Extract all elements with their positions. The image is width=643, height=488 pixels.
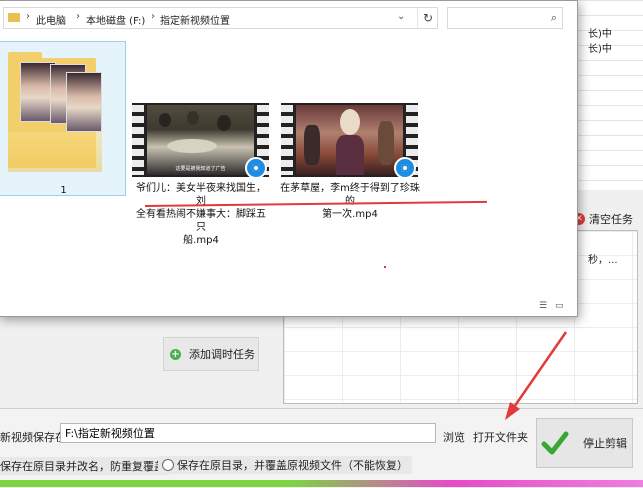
red-arrow-annotation bbox=[505, 331, 568, 420]
